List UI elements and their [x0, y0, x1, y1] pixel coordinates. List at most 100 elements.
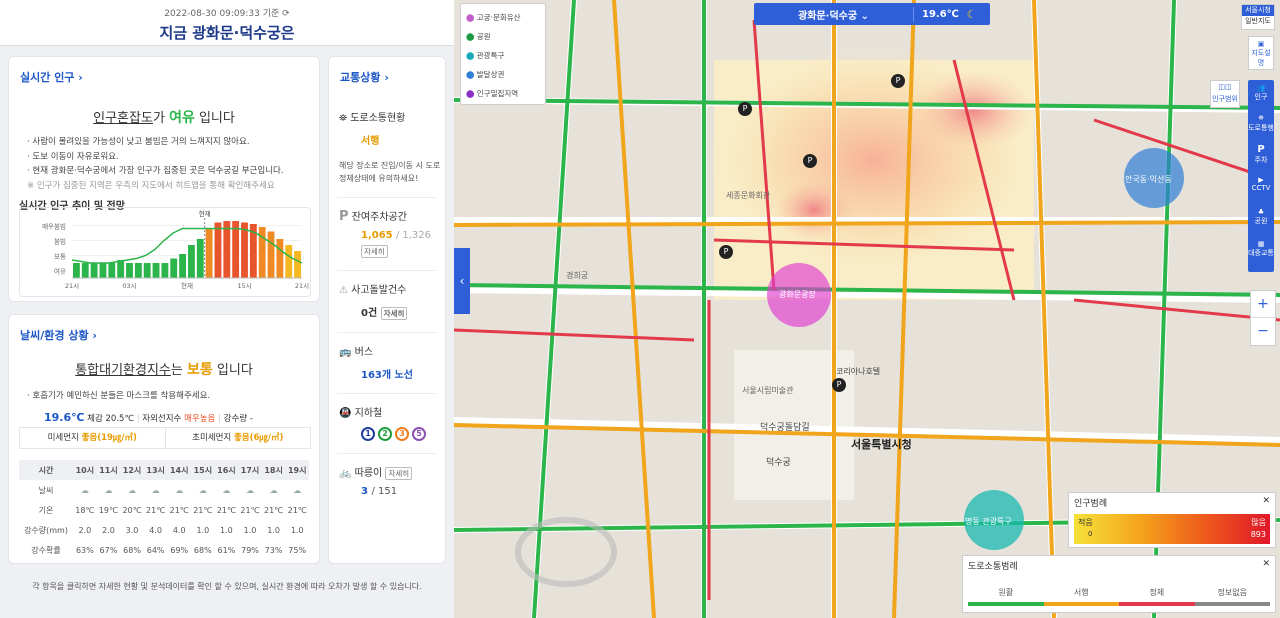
side-nav: 👥 인구 ⛯ 도로통행 P 주차 ▶ CCTV ♣ 공원 ▦ 대중교통: [1248, 80, 1274, 272]
subway-line-badge[interactable]: 2: [378, 427, 392, 441]
table-cell: 11시: [96, 460, 121, 480]
road-legend-swatch: [1119, 602, 1195, 606]
bike-section[interactable]: 🚲 따릉이 자세히 3 / 151: [329, 454, 445, 497]
subway-line-badge[interactable]: 3: [395, 427, 409, 441]
chart-bar: [161, 263, 169, 278]
chart-bar: [214, 222, 222, 278]
legend-item[interactable]: ⬤ 고궁·문화유산: [466, 8, 540, 27]
table-cell: 16시: [214, 460, 239, 480]
bus-count: 163개 노선: [361, 370, 413, 381]
side-nav-park[interactable]: ♣ 공원: [1248, 208, 1274, 240]
subway-title: 지하철: [354, 408, 383, 419]
table-cell: 68%: [123, 545, 141, 555]
bubble-label[interactable]: 광화문광장: [779, 289, 816, 300]
parking-marker[interactable]: P: [891, 74, 905, 88]
parking-detail-button[interactable]: 자세히: [361, 245, 388, 258]
x-tick-label: 15시: [237, 282, 251, 290]
road-section[interactable]: ⛯ 도로소통현황 서행 해당 장소로 진입/이동 시 도로정체상태에 유의하세요…: [329, 85, 445, 185]
road-legend: 도로소통범례 ✕ 원활 서행 정체 정보없음: [962, 555, 1276, 613]
close-icon[interactable]: ✕: [1262, 496, 1270, 506]
table-cell: 61%: [217, 545, 236, 555]
zoom-out-button[interactable]: −: [1251, 318, 1275, 345]
subway-line-badge[interactable]: 1: [361, 427, 375, 441]
subway-section[interactable]: 🚇 지하철 1235: [329, 394, 445, 441]
zoom-in-button[interactable]: +: [1251, 291, 1275, 318]
accident-count: 0건: [361, 308, 378, 319]
dust-row: 미세먼지 좋음(19㎍/㎥) 초미세먼지 좋음(6㎍/㎥): [19, 427, 311, 449]
collapse-panel-button[interactable]: ‹: [454, 248, 470, 314]
table-cell: 21℃: [146, 505, 166, 515]
parking-marker[interactable]: P: [738, 102, 752, 116]
parking-marker[interactable]: P: [719, 245, 733, 259]
y-tick-label: 매우붐빔: [42, 222, 66, 231]
map-help-button[interactable]: ▣ 지도설명: [1248, 36, 1274, 70]
table-cell: 75%: [288, 545, 307, 555]
pop-legend-title: 인구범례: [1074, 499, 1108, 509]
weather-headline: 통합대기환경지수는 보통 입니다: [75, 362, 253, 378]
table-cell: 21℃: [216, 505, 236, 515]
side-nav-cctv[interactable]: ▶ CCTV: [1248, 176, 1274, 208]
side-nav-transit[interactable]: ▦ 대중교통: [1248, 240, 1274, 272]
accident-detail-button[interactable]: 자세히: [380, 307, 408, 320]
table-cell: 1.0: [290, 525, 304, 535]
table-cell: ☁: [262, 480, 286, 500]
parking-icon: P: [1257, 144, 1265, 155]
map-mode-toggle[interactable]: 서울시청 일반지도: [1241, 4, 1275, 30]
pop-low-value: 0: [1088, 530, 1093, 538]
parking-section[interactable]: P 잔여주차공간 1,065 / 1,326 자세히: [329, 198, 445, 258]
traffic-title[interactable]: 교통상황 ›: [329, 57, 445, 85]
bubble-label[interactable]: 안국동·익선동: [1125, 174, 1172, 185]
table-cell: 13시: [143, 460, 168, 480]
x-tick-label: 현재: [181, 282, 193, 290]
road-icon: ⛯: [339, 113, 347, 124]
parking-marker[interactable]: P: [832, 378, 846, 392]
pop-high: 많음: [1251, 518, 1266, 527]
population-title[interactable]: 실시간 인구 ›: [9, 57, 319, 85]
traffic-card: 교통상황 › ⛯ 도로소통현황 서행 해당 장소로 진입/이동 시 도로정체상태…: [328, 56, 446, 564]
air-level: 보통: [187, 362, 213, 378]
map-label: 코리아나호텔: [836, 367, 881, 376]
map-label: 서울특별시청: [851, 438, 912, 451]
map[interactable]: 광화문광장 안국동·익선동 명동 관광특구 서울특별시청 덕수궁 덕수궁돌담길 …: [454, 0, 1280, 618]
legend-item[interactable]: ⬤ 인구밀집지역: [466, 84, 540, 103]
seoul-button[interactable]: 서울시청: [1242, 5, 1274, 16]
road-legend-swatch: [1194, 602, 1270, 606]
table-cell: 79%: [241, 545, 259, 555]
current-temp: 19.6℃: [44, 411, 85, 424]
parking-marker[interactable]: P: [803, 154, 817, 168]
side-nav-road[interactable]: ⛯ 도로통행: [1248, 114, 1274, 144]
accident-icon: ⚠: [339, 285, 348, 296]
legend-item[interactable]: ⬤ 발달상권: [466, 65, 540, 84]
accident-section[interactable]: ⚠ 사고돌발건수 0건 자세히: [329, 271, 445, 320]
pop-range-button[interactable]: ◫◫ 인구범위: [1210, 80, 1240, 108]
chart-bar: [223, 221, 231, 278]
road-legend-title: 도로소통범례: [968, 562, 1018, 572]
subway-line-badge[interactable]: 5: [412, 427, 426, 441]
table-row: 날씨 ☁ ☁ ☁ ☁ ☁ ☁ ☁ ☁ ☁ ☁: [19, 480, 309, 500]
bike-detail-button[interactable]: 자세히: [385, 467, 413, 480]
table-cell: ☁: [215, 480, 239, 500]
refresh-icon[interactable]: ⟳: [282, 9, 290, 19]
legend-item[interactable]: ⬤ 관광특구: [466, 46, 540, 65]
bubble-label[interactable]: 명동 관광특구: [965, 516, 1012, 527]
pin-icon: ⬤: [466, 51, 477, 60]
legend-item[interactable]: ⬤ 공원: [466, 27, 540, 46]
cloud-rain-icon: ☁: [80, 485, 89, 495]
table-row: 강수확률 63% 67% 68% 64% 69% 68% 61% 79% 73% 75%: [19, 540, 309, 560]
side-nav-population[interactable]: 👥 인구: [1248, 80, 1274, 114]
mode-button[interactable]: 일반지도: [1242, 16, 1274, 27]
table-cell: 21℃: [264, 505, 284, 515]
list-item: · 사람이 몰려있을 가능성이 낮고 붐빔은 거의 느껴지지 않아요.: [27, 137, 250, 147]
close-icon[interactable]: ✕: [1262, 559, 1270, 569]
chart-bar: [108, 263, 116, 278]
y-tick-label: 붐빔: [54, 237, 66, 246]
map-temp: 19.6℃: [922, 8, 959, 20]
side-nav-parking[interactable]: P 주차: [1248, 144, 1274, 176]
chart-bar: [73, 263, 80, 278]
bus-icon: 🚌: [339, 347, 352, 358]
population-legend: 인구범례 ✕ 적음 0 많음 893: [1068, 492, 1276, 548]
bus-section[interactable]: 🚌 버스 163개 노선: [329, 333, 445, 381]
weather-title[interactable]: 날씨/환경 상황 ›: [9, 315, 319, 343]
place-select[interactable]: 광화문·덕수궁 ⌄: [754, 6, 914, 22]
place-bar: 광화문·덕수궁 ⌄ 19.6℃ ☾: [754, 3, 990, 25]
